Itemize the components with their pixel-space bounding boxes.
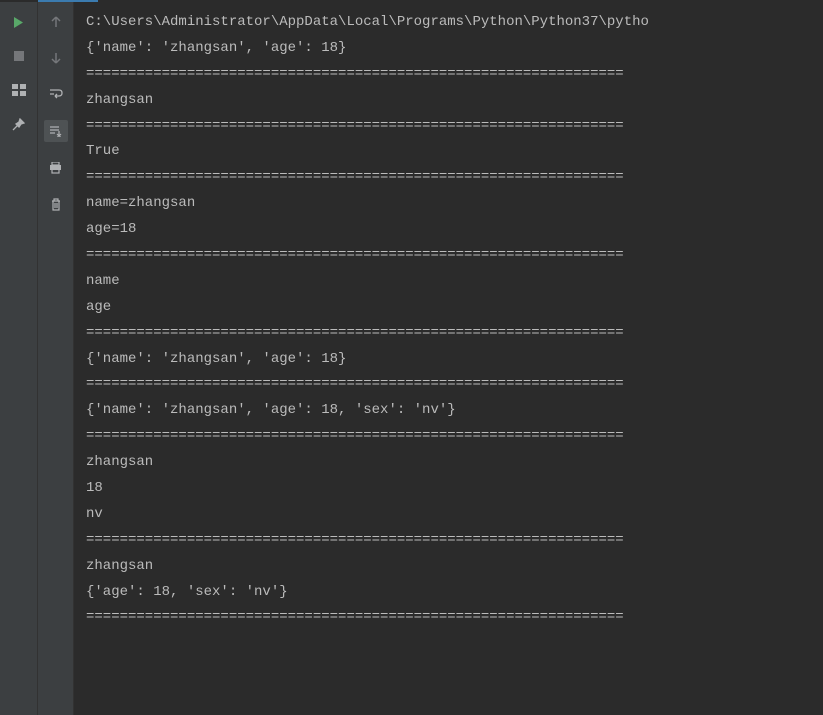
console-line: {'age': 18, 'sex': 'nv'} [86, 580, 819, 606]
console-line: name [86, 269, 819, 295]
arrow-up-icon [50, 16, 62, 28]
console-line: nv [86, 502, 819, 528]
pin-button[interactable] [9, 114, 29, 134]
console-line: zhangsan [86, 554, 819, 580]
console-line: {'name': 'zhangsan', 'age': 18} [86, 36, 819, 62]
stop-button[interactable] [9, 46, 29, 66]
arrow-down-icon [50, 52, 62, 64]
print-button[interactable] [46, 158, 66, 178]
console-line: {'name': 'zhangsan', 'age': 18} [86, 347, 819, 373]
stop-icon [13, 50, 25, 62]
console-output[interactable]: C:\Users\Administrator\AppData\Local\Pro… [74, 2, 823, 715]
console-line: ========================================… [86, 424, 819, 450]
console-line: ========================================… [86, 114, 819, 140]
scroll-to-end-icon [49, 125, 63, 137]
pin-icon [12, 118, 25, 131]
console-line: age=18 [86, 217, 819, 243]
console-line: 18 [86, 476, 819, 502]
console-line: ========================================… [86, 62, 819, 88]
console-line: ========================================… [86, 528, 819, 554]
up-button[interactable] [46, 12, 66, 32]
console-line: ========================================… [86, 165, 819, 191]
print-icon [49, 162, 62, 174]
trash-icon [50, 198, 62, 211]
console-line: name=zhangsan [86, 191, 819, 217]
console-line: {'name': 'zhangsan', 'age': 18, 'sex': '… [86, 398, 819, 424]
play-icon [12, 16, 25, 29]
console-line: C:\Users\Administrator\AppData\Local\Pro… [86, 10, 819, 36]
soft-wrap-button[interactable] [46, 84, 66, 104]
main-container: C:\Users\Administrator\AppData\Local\Pro… [0, 2, 823, 715]
run-button[interactable] [9, 12, 29, 32]
console-line: age [86, 295, 819, 321]
scroll-to-end-button[interactable] [44, 120, 68, 142]
layout-icon [12, 84, 26, 96]
gutter-secondary [38, 2, 74, 715]
console-line: zhangsan [86, 88, 819, 114]
gutter-primary [0, 2, 38, 715]
console-line: ========================================… [86, 243, 819, 269]
console-line: ========================================… [86, 605, 819, 631]
console-line: ========================================… [86, 321, 819, 347]
console-line: zhangsan [86, 450, 819, 476]
soft-wrap-icon [49, 88, 63, 100]
console-line: True [86, 139, 819, 165]
down-button[interactable] [46, 48, 66, 68]
clear-all-button[interactable] [46, 194, 66, 214]
console-line: ========================================… [86, 372, 819, 398]
layout-button[interactable] [9, 80, 29, 100]
